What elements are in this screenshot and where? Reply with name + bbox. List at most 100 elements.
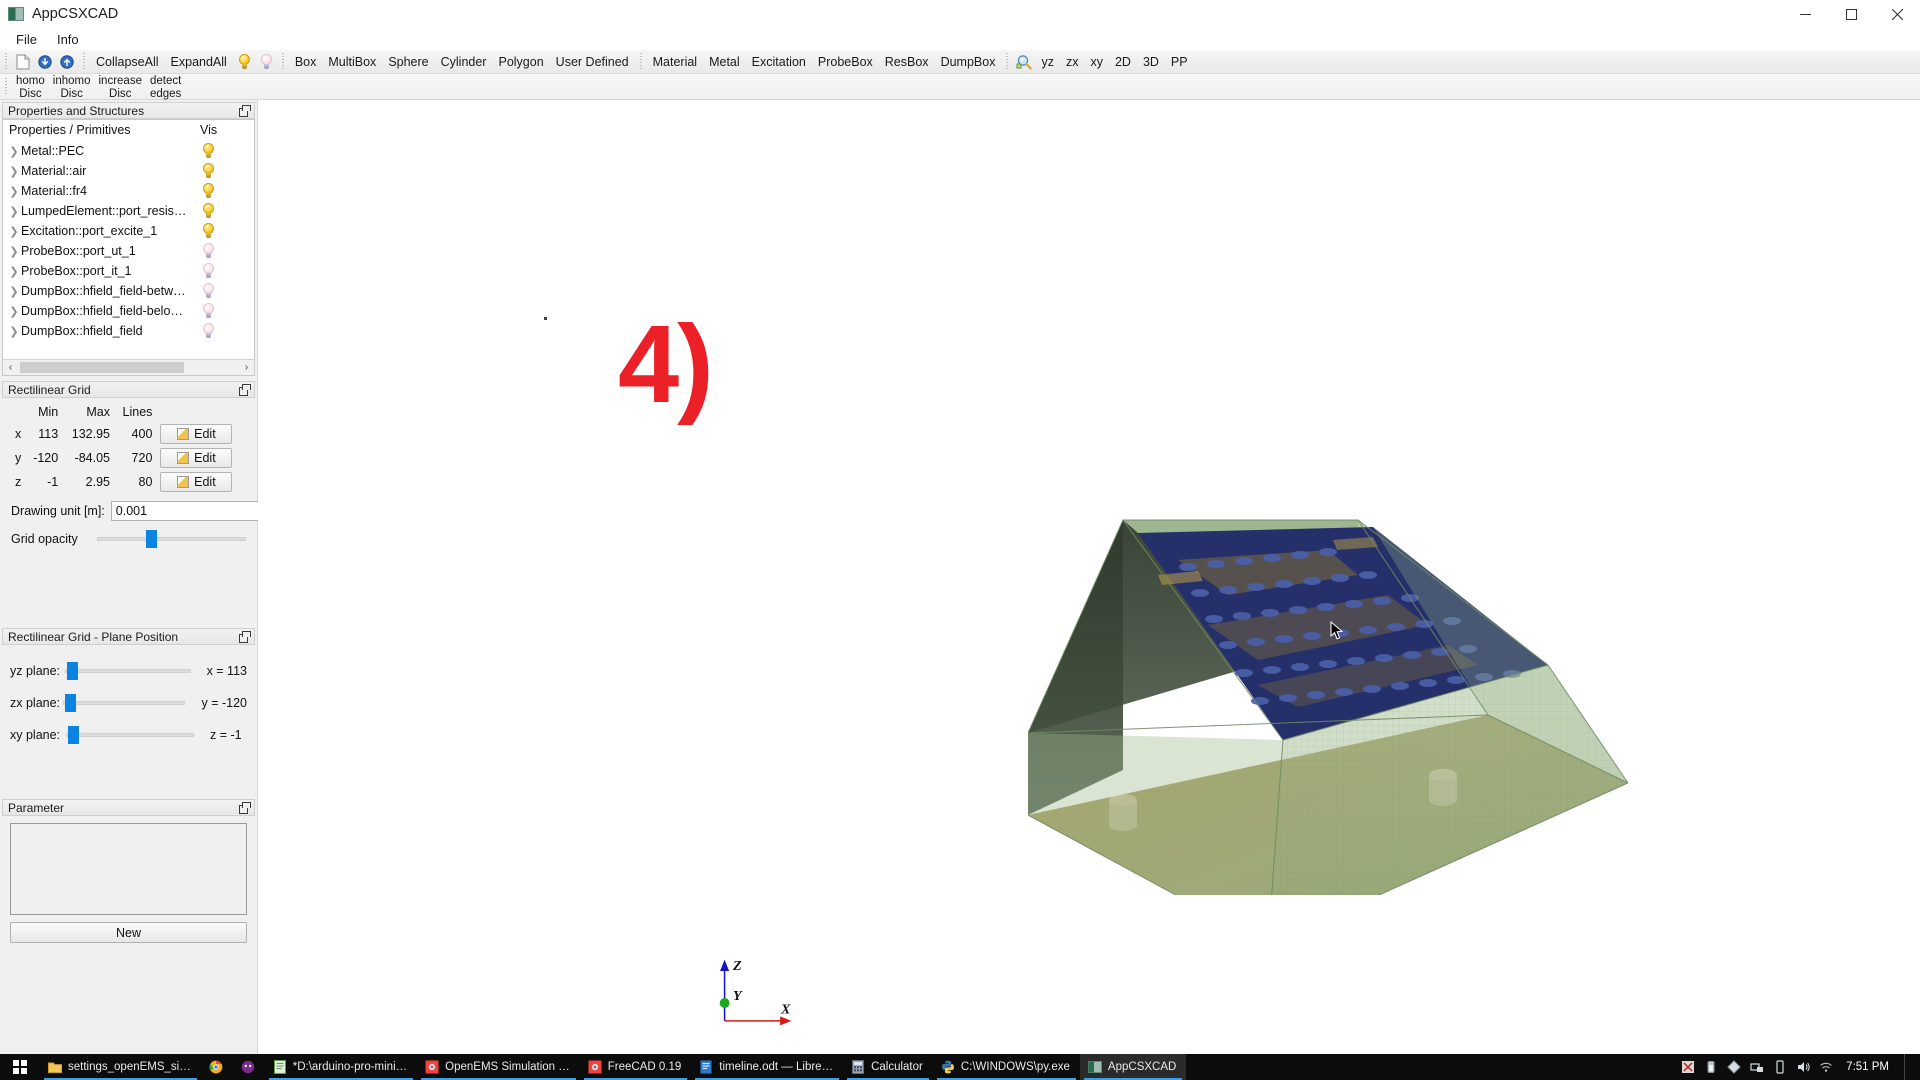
toolbar-grip-4[interactable]: [637, 52, 644, 71]
scroll-track[interactable]: [18, 361, 239, 374]
edit-z-grid-button[interactable]: Edit: [160, 472, 233, 492]
toolbar-grip-2[interactable]: [81, 52, 87, 71]
chevron-right-icon[interactable]: ❯: [7, 245, 21, 258]
network-tray-icon[interactable]: [1750, 1060, 1764, 1074]
sphere-button[interactable]: Sphere: [382, 53, 434, 71]
tree-item-material-fr4[interactable]: ❯ Material::fr4: [3, 181, 254, 201]
tree-item-material-air[interactable]: ❯ Material::air: [3, 161, 254, 181]
visibility-toggle[interactable]: [200, 323, 254, 339]
chevron-right-icon[interactable]: ❯: [7, 165, 21, 178]
view-zx-button[interactable]: zx: [1060, 53, 1085, 71]
view-yz-button[interactable]: yz: [1035, 53, 1060, 71]
toolbar-grip-3[interactable]: [279, 52, 286, 71]
tree-item-excitation-port-excite-1[interactable]: ❯ Excitation::port_excite_1: [3, 221, 254, 241]
new-file-icon[interactable]: [12, 54, 34, 70]
parameter-list[interactable]: [10, 823, 247, 915]
bulb-off-icon[interactable]: [255, 53, 277, 70]
edit-x-grid-button[interactable]: Edit: [160, 424, 233, 444]
warning-tray-icon[interactable]: [1681, 1060, 1695, 1074]
taskbar-item-settings-openems[interactable]: settings_openEMS_si…: [40, 1054, 201, 1080]
increase-disc-button[interactable]: increase Disc: [95, 74, 146, 101]
chevron-right-icon[interactable]: ❯: [7, 205, 21, 218]
material-button[interactable]: Material: [647, 53, 703, 71]
minimize-button[interactable]: [1782, 0, 1828, 28]
resbox-button[interactable]: ResBox: [879, 53, 935, 71]
taskbar-item-appcsxcad[interactable]: AppCSXCAD: [1079, 1054, 1187, 1080]
chevron-right-icon[interactable]: ❯: [7, 145, 21, 158]
visibility-toggle[interactable]: [200, 203, 254, 219]
taskbar-item-arduino-pro-mini[interactable]: *D:\arduino-pro-mini…: [265, 1054, 417, 1080]
view-2d-button[interactable]: 2D: [1109, 53, 1137, 71]
start-button[interactable]: [0, 1060, 40, 1074]
yz-plane-slider[interactable]: [64, 662, 191, 680]
inhomo-disc-button[interactable]: inhomo Disc: [49, 74, 95, 101]
tree-item-dumpbox-hfield-field-below[interactable]: ❯ DumpBox::hfield_field-belo…: [3, 301, 254, 321]
new-parameter-button[interactable]: New: [10, 922, 247, 943]
visibility-toggle[interactable]: [200, 263, 254, 279]
taskbar-clock[interactable]: 7:51 PM: [1846, 1061, 1889, 1073]
taskbar-item-freecad[interactable]: FreeCAD 0.19: [580, 1054, 692, 1080]
menu-file[interactable]: File: [6, 30, 47, 49]
chevron-right-icon[interactable]: ❯: [7, 185, 21, 198]
homo-disc-button[interactable]: homo Disc: [12, 74, 49, 101]
visibility-toggle[interactable]: [200, 183, 254, 199]
volume-tray-icon[interactable]: [1796, 1060, 1810, 1074]
visibility-toggle[interactable]: [200, 143, 254, 159]
taskbar-item-purple-app[interactable]: [233, 1054, 265, 1080]
open-up-icon[interactable]: [56, 54, 78, 69]
open-down-icon[interactable]: [34, 54, 56, 69]
view-pp-button[interactable]: PP: [1165, 53, 1194, 71]
show-desktop-button[interactable]: [1904, 1054, 1912, 1080]
zx-plane-slider[interactable]: [63, 694, 186, 712]
scroll-thumb[interactable]: [20, 362, 184, 373]
visibility-toggle[interactable]: [200, 243, 254, 259]
dumpbox-button[interactable]: DumpBox: [935, 53, 1002, 71]
probebox-button[interactable]: ProbeBox: [812, 53, 879, 71]
box-button[interactable]: Box: [289, 53, 323, 71]
collapse-all-button[interactable]: CollapseAll: [90, 53, 165, 71]
device-tray-icon[interactable]: [1773, 1060, 1787, 1074]
float-panel-icon[interactable]: [239, 384, 251, 396]
visibility-toggle[interactable]: [200, 163, 254, 179]
xy-plane-slider[interactable]: [66, 726, 194, 744]
detect-edges-button[interactable]: detect edges: [146, 74, 185, 101]
taskbar-item-chrome[interactable]: [201, 1054, 233, 1080]
wifi-tray-icon[interactable]: [1819, 1060, 1833, 1074]
visibility-toggle[interactable]: [200, 283, 254, 299]
maximize-button[interactable]: [1828, 0, 1874, 28]
grid-opacity-slider[interactable]: [97, 530, 246, 548]
chevron-right-icon[interactable]: ❯: [7, 265, 21, 278]
tree-horizontal-scrollbar[interactable]: ‹ ›: [3, 359, 254, 375]
visibility-toggle[interactable]: [200, 223, 254, 239]
chevron-right-icon[interactable]: ❯: [7, 225, 21, 238]
toolbar-grip[interactable]: [3, 52, 9, 71]
slider-thumb[interactable]: [66, 662, 78, 680]
polygon-button[interactable]: Polygon: [492, 53, 549, 71]
expand-all-button[interactable]: ExpandAll: [165, 53, 233, 71]
taskbar-item-calculator[interactable]: Calculator: [843, 1054, 933, 1080]
menu-info[interactable]: Info: [47, 30, 89, 49]
taskbar-item-python-exe[interactable]: C:\WINDOWS\py.exe: [933, 1054, 1080, 1080]
tree-item-dumpbox-hfield-field[interactable]: ❯ DumpBox::hfield_field: [3, 321, 254, 341]
slider-thumb[interactable]: [68, 726, 79, 744]
tree-item-dumpbox-hfield-field-between[interactable]: ❯ DumpBox::hfield_field-betw…: [3, 281, 254, 301]
multibox-button[interactable]: MultiBox: [322, 53, 382, 71]
battery-tray-icon[interactable]: [1704, 1060, 1718, 1074]
3d-viewport[interactable]: 4) Z Y X: [258, 100, 1920, 1054]
slider-thumb[interactable]: [65, 694, 77, 712]
chevron-right-icon[interactable]: ❯: [7, 305, 21, 318]
slider-thumb[interactable]: [146, 530, 158, 548]
scroll-right-button[interactable]: ›: [239, 362, 254, 373]
cylinder-button[interactable]: Cylinder: [435, 53, 493, 71]
scroll-left-button[interactable]: ‹: [3, 362, 18, 373]
tree-item-lumpedelement-port-resis[interactable]: ❯ LumpedElement::port_resis…: [3, 201, 254, 221]
close-button[interactable]: [1874, 0, 1920, 28]
taskbar-item-openems-simulation[interactable]: OpenEMS Simulation …: [417, 1054, 580, 1080]
float-panel-icon[interactable]: [239, 105, 251, 117]
properties-tree[interactable]: Properties / Primitives Vis ❯ Metal::PEC…: [2, 119, 255, 376]
excitation-button[interactable]: Excitation: [746, 53, 812, 71]
visibility-toggle[interactable]: [200, 303, 254, 319]
diamond-tray-icon[interactable]: [1727, 1060, 1741, 1074]
zoom-fit-icon[interactable]: [1013, 54, 1035, 70]
chevron-right-icon[interactable]: ❯: [7, 325, 21, 338]
